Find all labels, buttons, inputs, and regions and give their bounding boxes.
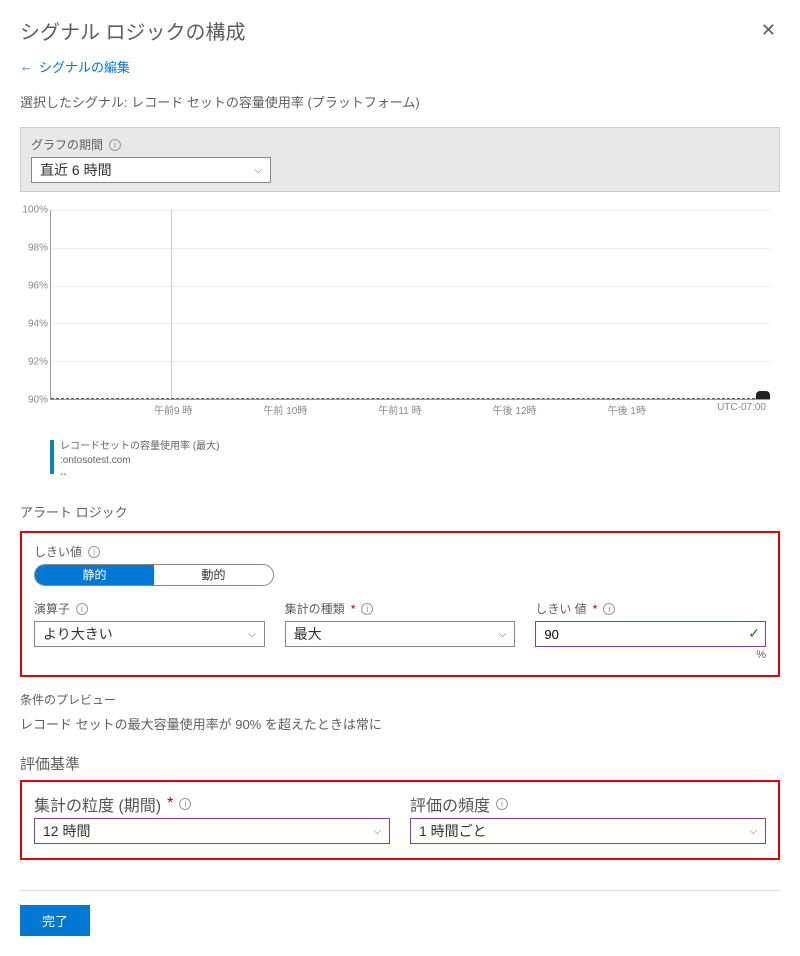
chevron-down-icon: ⌵ <box>254 165 262 176</box>
data-marker <box>756 391 770 399</box>
toggle-static[interactable]: 静的 <box>35 565 154 585</box>
operator-value: より大きい <box>43 624 113 644</box>
x-tick: 午前 10時 <box>263 402 307 417</box>
threshold-type-toggle[interactable]: 静的 動的 <box>34 564 274 586</box>
chevron-down-icon: ⌵ <box>499 629 507 640</box>
threshold-line <box>51 398 770 399</box>
metric-chart: 100% 98% 96% 94% 92% 90% 午前9 時 午前 10時 午前… <box>50 210 770 430</box>
threshold-value-input[interactable] <box>535 621 766 647</box>
x-tick: 午前9 時 <box>154 402 192 417</box>
info-icon[interactable]: i <box>109 139 121 151</box>
required-asterisk: * <box>593 602 598 616</box>
legend-series-name: レコードセットの容量使用率 (最大) <box>60 440 219 454</box>
threshold-value-label: しきい 値 <box>535 600 586 617</box>
back-link-label: シグナルの編集 <box>39 57 130 76</box>
x-tick: UTC-07:00 <box>717 402 766 417</box>
done-button[interactable]: 完了 <box>20 905 90 936</box>
frequency-value: 1 時間ごと <box>419 821 487 841</box>
required-asterisk: * <box>167 795 173 813</box>
evaluation-heading: 評価基準 <box>20 753 780 774</box>
granularity-label: 集計の粒度 (期間) <box>34 792 161 816</box>
info-icon[interactable]: i <box>76 603 88 615</box>
y-tick: 100% <box>22 205 48 216</box>
arrow-left-icon: ← <box>20 59 33 74</box>
page-title: シグナル ロジックの構成 <box>20 16 246 45</box>
granularity-value: 12 時間 <box>43 821 90 841</box>
threshold-label: しきい値 <box>34 543 82 560</box>
operator-label: 演算子 <box>34 600 70 617</box>
info-icon[interactable]: i <box>496 798 508 810</box>
y-tick: 92% <box>28 357 48 368</box>
graph-period-dropdown[interactable]: 直近 6 時間 ⌵ <box>31 157 271 183</box>
graph-period-section: グラフの期間 i 直近 6 時間 ⌵ <box>20 127 780 192</box>
y-tick: 96% <box>28 281 48 292</box>
selected-signal-text: 選択したシグナル: レコード セットの容量使用率 (プラットフォーム) <box>20 92 780 111</box>
frequency-label: 評価の頻度 <box>410 792 490 816</box>
toggle-dynamic[interactable]: 動的 <box>154 565 273 585</box>
required-asterisk: * <box>351 602 356 616</box>
info-icon[interactable]: i <box>361 603 373 615</box>
graph-period-label: グラフの期間 <box>31 136 103 153</box>
operator-dropdown[interactable]: より大きい ⌵ <box>34 621 265 647</box>
aggregation-value: 最大 <box>294 624 322 644</box>
x-tick: 午後 1時 <box>608 402 646 417</box>
check-icon: ✓ <box>748 625 760 642</box>
legend-resource: :ontosotest.com <box>60 454 219 468</box>
chart-legend: レコードセットの容量使用率 (最大) :ontosotest.com -- <box>50 440 770 482</box>
granularity-dropdown[interactable]: 12 時間 ⌵ <box>34 818 390 844</box>
condition-preview-label: 条件のプレビュー <box>20 691 780 708</box>
aggregation-dropdown[interactable]: 最大 ⌵ <box>285 621 516 647</box>
legend-color-bar <box>50 440 54 474</box>
info-icon[interactable]: i <box>88 546 100 558</box>
frequency-dropdown[interactable]: 1 時間ごと ⌵ <box>410 818 766 844</box>
evaluation-box: 集計の粒度 (期間) * i 12 時間 ⌵ 評価の頻度 i 1 時間ごと ⌵ <box>20 780 780 860</box>
info-icon[interactable]: i <box>179 798 191 810</box>
aggregation-label: 集計の種類 <box>285 600 345 617</box>
y-tick: 98% <box>28 243 48 254</box>
chevron-down-icon: ⌵ <box>749 826 757 837</box>
info-icon[interactable]: i <box>603 603 615 615</box>
x-tick: 午後 12時 <box>493 402 537 417</box>
threshold-unit: % <box>535 649 766 661</box>
close-icon[interactable]: ✕ <box>757 16 780 45</box>
chevron-down-icon: ⌵ <box>373 826 381 837</box>
y-tick: 94% <box>28 319 48 330</box>
condition-preview-text: レコード セットの最大容量使用率が 90% を超えたときは常に <box>20 714 780 733</box>
legend-value: -- <box>60 468 219 482</box>
x-tick: 午前11 時 <box>378 402 421 417</box>
chevron-down-icon: ⌵ <box>248 629 256 640</box>
alert-logic-box: しきい値 i 静的 動的 演算子 i より大きい ⌵ 集計の種類 * <box>20 531 780 677</box>
y-tick: 90% <box>28 395 48 406</box>
alert-logic-heading: アラート ロジック <box>20 502 780 521</box>
graph-period-value: 直近 6 時間 <box>40 160 112 180</box>
back-link[interactable]: ← シグナルの編集 <box>20 57 780 76</box>
